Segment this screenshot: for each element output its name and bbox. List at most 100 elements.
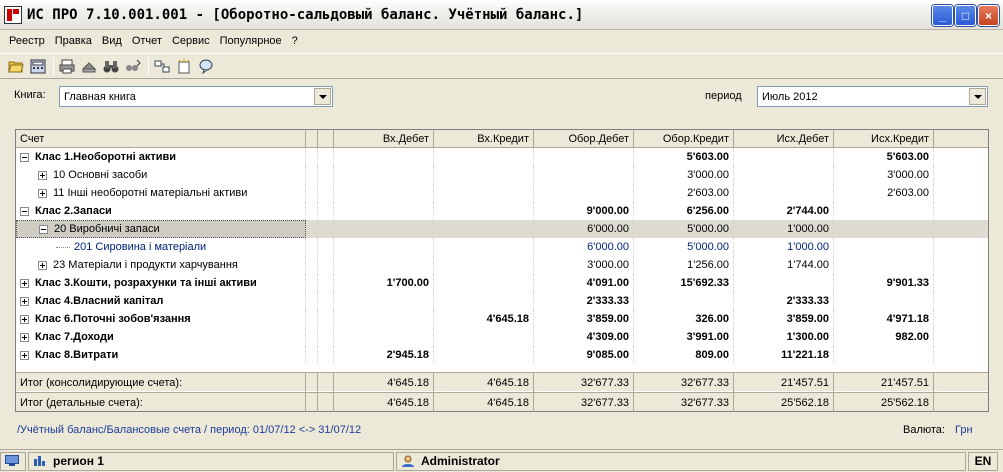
status-pane-lang[interactable]: EN [968, 451, 998, 471]
menu-view[interactable]: Вид [97, 35, 127, 47]
vx-credit-cell[interactable] [434, 148, 534, 166]
columns-icon[interactable] [152, 56, 172, 76]
table-row[interactable]: Клас 1.Необоротні активи 5'603.00 5'603.00 [16, 148, 988, 166]
vx-debit-cell[interactable] [334, 310, 434, 328]
vx-credit-cell[interactable] [434, 238, 534, 256]
obor-debit-cell[interactable]: 9'000.00 [534, 202, 634, 220]
account-cell[interactable]: Клас 2.Запаси [16, 202, 306, 220]
account-cell[interactable]: 23 Матеріали і продукти харчування [16, 256, 306, 274]
expand-icon[interactable] [20, 296, 29, 306]
menu-registry[interactable]: Реестр [4, 35, 50, 47]
vx-credit-cell[interactable] [434, 256, 534, 274]
vx-credit-cell[interactable] [434, 220, 534, 238]
obor-credit-cell[interactable]: 326.00 [634, 310, 734, 328]
obor-debit-cell[interactable]: 6'000.00 [534, 220, 634, 238]
obor-credit-cell[interactable]: 3'991.00 [634, 328, 734, 346]
expand-icon[interactable] [20, 314, 29, 324]
app-icon[interactable] [4, 5, 22, 24]
account-cell[interactable]: Клас 8.Витрати [16, 346, 306, 364]
expand-icon[interactable] [20, 332, 29, 342]
obor-credit-cell[interactable]: 6'256.00 [634, 202, 734, 220]
obor-credit-cell[interactable]: 2'603.00 [634, 184, 734, 202]
collapse-icon[interactable] [39, 224, 48, 234]
vx-debit-cell[interactable] [334, 256, 434, 274]
obor-credit-cell[interactable]: 5'000.00 [634, 238, 734, 256]
vx-debit-cell[interactable] [334, 220, 434, 238]
column-header-obor-debit[interactable]: Обор.Дебет [534, 130, 634, 148]
table-row[interactable]: 20 Виробничі запаси 6'000.00 5'000.00 1'000… [16, 220, 988, 238]
table-row[interactable]: 10 Основні засоби 3'000.00 3'000.00 [16, 166, 988, 184]
print-icon[interactable] [57, 56, 77, 76]
table-row[interactable]: Клас 8.Витрати 2'945.18 9'085.00 809.00 11'2… [16, 346, 988, 364]
isx-debit-cell[interactable] [734, 184, 834, 202]
account-cell[interactable]: 201 Сировина і матеріали [16, 238, 306, 256]
isx-debit-cell[interactable] [734, 274, 834, 292]
obor-debit-cell[interactable] [534, 148, 634, 166]
menu-edit[interactable]: Правка [50, 35, 97, 47]
collapse-icon[interactable] [20, 206, 29, 216]
comment-icon[interactable] [196, 56, 216, 76]
find-next-icon[interactable] [123, 56, 143, 76]
column-header-vx-credit[interactable]: Вх.Кредит [434, 130, 534, 148]
vx-credit-cell[interactable] [434, 292, 534, 310]
expand-icon[interactable] [38, 188, 47, 198]
obor-debit-cell[interactable]: 4'309.00 [534, 328, 634, 346]
obor-debit-cell[interactable]: 3'859.00 [534, 310, 634, 328]
expand-icon[interactable] [20, 278, 29, 288]
obor-debit-cell[interactable] [534, 184, 634, 202]
vx-debit-cell[interactable] [334, 292, 434, 310]
isx-debit-cell[interactable]: 11'221.18 [734, 346, 834, 364]
vx-debit-cell[interactable] [334, 238, 434, 256]
book-select[interactable]: Главная книга [59, 86, 333, 107]
obor-debit-cell[interactable]: 6'000.00 [534, 238, 634, 256]
folder-open-icon[interactable] [6, 56, 26, 76]
column-header-obor-credit[interactable]: Обор.Кредит [634, 130, 734, 148]
maximize-button[interactable]: □ [955, 5, 976, 26]
isx-credit-cell[interactable] [834, 346, 934, 364]
obor-credit-cell[interactable] [634, 292, 734, 310]
vx-debit-cell[interactable] [334, 166, 434, 184]
isx-credit-cell[interactable]: 982.00 [834, 328, 934, 346]
account-cell[interactable]: 10 Основні засоби [16, 166, 306, 184]
obor-debit-cell[interactable]: 3'000.00 [534, 256, 634, 274]
isx-debit-cell[interactable]: 2'744.00 [734, 202, 834, 220]
isx-credit-cell[interactable]: 2'603.00 [834, 184, 934, 202]
vx-debit-cell[interactable] [334, 184, 434, 202]
isx-debit-cell[interactable]: 1'000.00 [734, 220, 834, 238]
menu-report[interactable]: Отчет [127, 35, 167, 47]
vx-credit-cell[interactable] [434, 166, 534, 184]
table-row[interactable]: Клас 2.Запаси 9'000.00 6'256.00 2'744.00 [16, 202, 988, 220]
account-cell[interactable]: 20 Виробничі запаси [16, 220, 306, 238]
vx-debit-cell[interactable] [334, 202, 434, 220]
isx-debit-cell[interactable]: 1'744.00 [734, 256, 834, 274]
obor-debit-cell[interactable]: 2'333.33 [534, 292, 634, 310]
table-row[interactable]: Клас 7.Доходи 4'309.00 3'991.00 1'300.00 982… [16, 328, 988, 346]
isx-credit-cell[interactable] [834, 292, 934, 310]
isx-debit-cell[interactable] [734, 148, 834, 166]
column-header-account[interactable]: Счет [16, 130, 306, 148]
column-header-isx-credit[interactable]: Исх.Кредит [834, 130, 934, 148]
table-row[interactable]: 11 Інші необоротні матеріальні активи 2'6… [16, 184, 988, 202]
table-row[interactable]: 23 Матеріали і продукти харчування 3'000.… [16, 256, 988, 274]
obor-debit-cell[interactable]: 4'091.00 [534, 274, 634, 292]
isx-debit-cell[interactable]: 1'300.00 [734, 328, 834, 346]
isx-debit-cell[interactable]: 3'859.00 [734, 310, 834, 328]
obor-credit-cell[interactable]: 5'000.00 [634, 220, 734, 238]
menu-help[interactable]: ? [287, 35, 303, 47]
new-item-icon[interactable] [174, 56, 194, 76]
export-icon[interactable] [79, 56, 99, 76]
close-button[interactable]: × [978, 5, 999, 26]
isx-credit-cell[interactable]: 4'971.18 [834, 310, 934, 328]
minimize-button[interactable]: _ [932, 5, 953, 26]
expand-icon[interactable] [38, 260, 47, 270]
vx-debit-cell[interactable] [334, 328, 434, 346]
account-cell[interactable]: 11 Інші необоротні матеріальні активи [16, 184, 306, 202]
table-row[interactable]: Клас 4.Власний капітал 2'333.33 2'333.33 [16, 292, 988, 310]
vx-credit-cell[interactable]: 4'645.18 [434, 310, 534, 328]
isx-debit-cell[interactable]: 1'000.00 [734, 238, 834, 256]
expand-icon[interactable] [38, 170, 47, 180]
account-cell[interactable]: Клас 7.Доходи [16, 328, 306, 346]
isx-credit-cell[interactable]: 5'603.00 [834, 148, 934, 166]
isx-credit-cell[interactable] [834, 202, 934, 220]
isx-credit-cell[interactable] [834, 256, 934, 274]
